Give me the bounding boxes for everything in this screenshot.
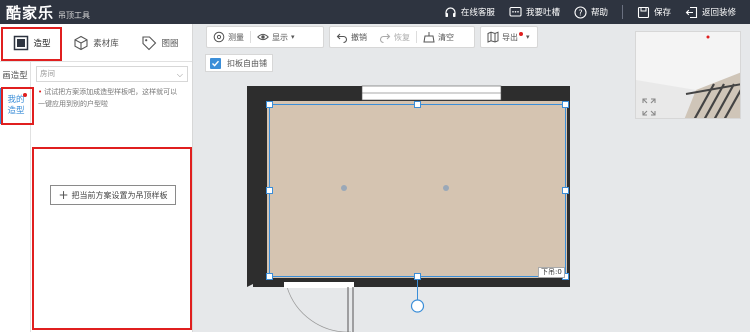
resize-handle <box>266 101 273 108</box>
preview-image <box>636 32 740 118</box>
door-opening <box>284 282 354 288</box>
ceiling-drop-label: 下吊:0 <box>538 267 565 278</box>
floor-area <box>267 101 567 278</box>
resize-handle <box>414 101 421 108</box>
center-point <box>443 185 449 191</box>
resize-handle <box>266 273 273 280</box>
resize-handle <box>414 273 421 280</box>
door-swing <box>286 286 351 332</box>
resize-handle <box>562 101 569 108</box>
resize-handle <box>562 187 569 194</box>
preview-thumbnail[interactable] <box>635 31 741 119</box>
rotate-handle <box>410 299 425 313</box>
center-point <box>341 185 347 191</box>
resize-handle <box>266 187 273 194</box>
